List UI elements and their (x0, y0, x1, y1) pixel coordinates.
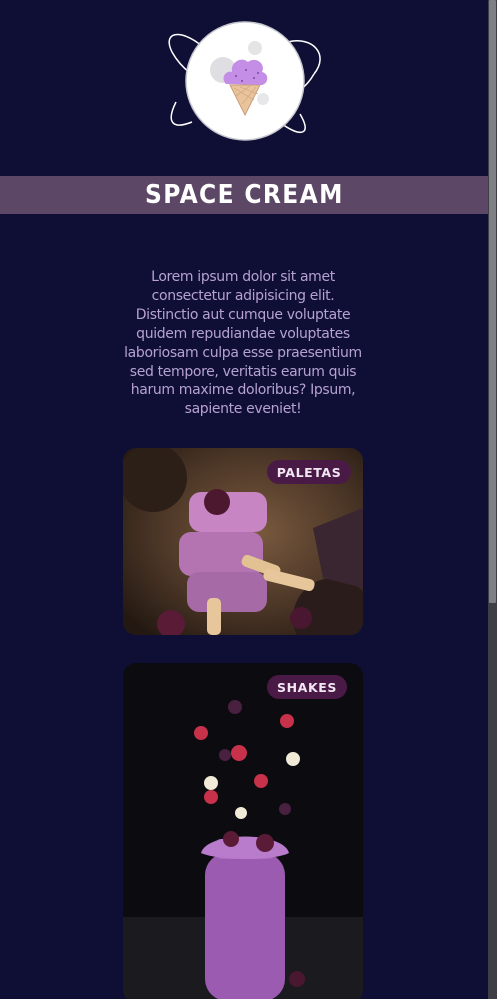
title-banner: SPACE CREAM (0, 176, 488, 214)
badge-shakes: SHAKES (267, 675, 347, 699)
ice-cream-planet-logo-icon[interactable] (162, 18, 328, 146)
berry-shake-jar-photo (123, 663, 363, 999)
page-scrollbar[interactable] (488, 0, 497, 999)
intro-paragraph: Lorem ipsum dolor sit amet consectetur a… (124, 269, 362, 418)
card-paletas[interactable]: PALETAS (123, 448, 363, 635)
card-shakes[interactable]: SHAKES (123, 663, 363, 999)
scrollbar-thumb[interactable] (489, 0, 496, 603)
page: SPACE CREAM Lorem ipsum dolor sit amet c… (0, 0, 488, 999)
badge-paletas: PALETAS (267, 460, 351, 484)
site-title: SPACE CREAM (144, 180, 344, 210)
